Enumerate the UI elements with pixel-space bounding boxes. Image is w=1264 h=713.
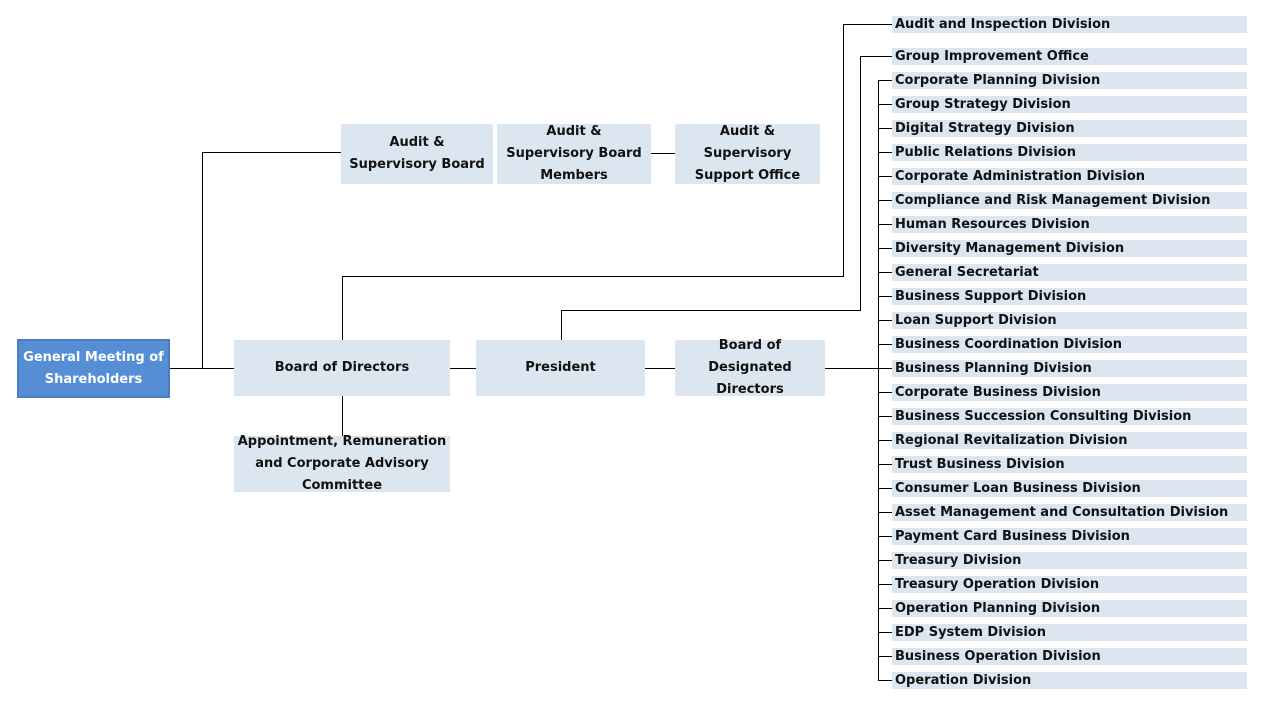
node-group-improvement: Group Improvement Office [892,48,1247,65]
division-item: Human Resources Division [892,216,1247,233]
node-audit-office: Audit & Supervisory Support Office [675,124,820,184]
division-item: Diversity Management Division [892,240,1247,257]
division-item: Corporate Administration Division [892,168,1247,185]
division-item: Corporate Business Division [892,384,1247,401]
division-item: General Secretariat [892,264,1247,281]
division-item: Compliance and Risk Management Division [892,192,1247,209]
division-item: Asset Management and Consultation Divisi… [892,504,1247,521]
division-item: Digital Strategy Division [892,120,1247,137]
division-item: Operation Division [892,672,1247,689]
node-committee: Appointment, Remuneration and Corporate … [234,434,450,493]
division-item: Operation Planning Division [892,600,1247,617]
division-item: Group Strategy Division [892,96,1247,113]
node-board-of-directors: Board of Directors [234,340,450,396]
division-item: Business Operation Division [892,648,1247,665]
division-item: Business Coordination Division [892,336,1247,353]
division-item: Consumer Loan Business Division [892,480,1247,497]
division-item: EDP System Division [892,624,1247,641]
node-audit-board: Audit & Supervisory Board [341,124,493,184]
division-item: Business Support Division [892,288,1247,305]
division-item: Regional Revitalization Division [892,432,1247,449]
node-audit-inspection: Audit and Inspection Division [892,16,1247,33]
division-item: Corporate Planning Division [892,72,1247,89]
division-item: Business Succession Consulting Division [892,408,1247,425]
division-item: Loan Support Division [892,312,1247,329]
division-item: Business Planning Division [892,360,1247,377]
division-item: Trust Business Division [892,456,1247,473]
division-item: Treasury Operation Division [892,576,1247,593]
division-item: Treasury Division [892,552,1247,569]
connector-shareholders-audit-board [202,152,341,368]
node-designated-directors: Board of Designated Directors [675,338,825,397]
connector-president-group-improvement [561,56,892,340]
division-item: Public Relations Division [892,144,1247,161]
node-president: President [476,340,645,396]
node-audit-members: Audit & Supervisory Board Members [497,124,651,184]
node-shareholders: General Meeting of Shareholders [17,339,170,398]
division-item: Payment Card Business Division [892,528,1247,545]
